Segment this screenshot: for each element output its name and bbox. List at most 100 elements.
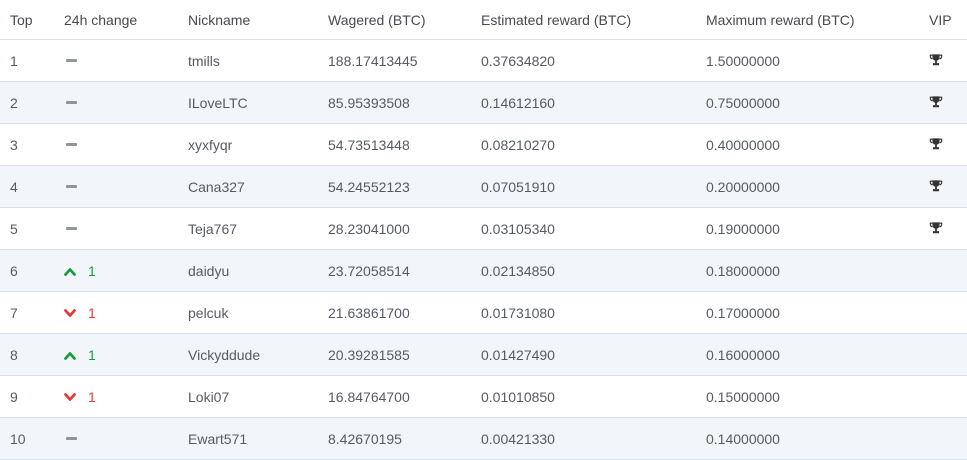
estimated-reward-cell: 0.01731080 <box>481 304 555 321</box>
change-cell <box>64 82 77 123</box>
maximum-reward-cell: 0.17000000 <box>706 304 780 321</box>
maximum-reward-cell: 0.20000000 <box>706 178 780 195</box>
maximum-reward-cell: 0.16000000 <box>706 346 780 363</box>
arrow-up-icon <box>64 263 88 279</box>
table-row: 5 Teja767 28.23041000 0.03105340 0.19000000 <box>0 208 967 250</box>
header-top[interactable]: Top <box>10 0 33 39</box>
change-cell <box>64 418 77 459</box>
change-cell: 1 <box>64 376 96 417</box>
nickname-cell[interactable]: Cana327 <box>188 166 245 207</box>
maximum-reward-cell: 0.19000000 <box>706 220 780 237</box>
arrow-down-icon <box>64 389 88 405</box>
change-indicator: 1 <box>64 263 96 279</box>
nickname-cell[interactable]: ILoveLTC <box>188 82 248 123</box>
nickname-cell[interactable]: pelcuk <box>188 292 228 333</box>
table-row: 6 1 daidyu 23.72058514 0.02134850 0.18000000 <box>0 250 967 292</box>
wagered-cell: 54.73513448 <box>328 136 410 153</box>
rank-cell: 8 <box>10 346 18 363</box>
rank-cell: 9 <box>10 388 18 405</box>
estimated-reward-cell: 0.02134850 <box>481 262 555 279</box>
nickname-cell[interactable]: daidyu <box>188 250 229 291</box>
change-cell: 1 <box>64 292 96 333</box>
header-estimated-reward[interactable]: Estimated reward (BTC) <box>481 0 631 39</box>
estimated-reward-cell: 0.37634820 <box>481 52 555 69</box>
header-nickname[interactable]: Nickname <box>188 0 250 39</box>
maximum-reward-cell: 0.40000000 <box>706 136 780 153</box>
nickname-cell[interactable]: Loki07 <box>188 376 229 417</box>
table-row: 4 Cana327 54.24552123 0.07051910 0.20000000 <box>0 166 967 208</box>
trophy-icon <box>929 179 944 194</box>
header-wagered[interactable]: Wagered (BTC) <box>328 0 426 39</box>
vip-cell <box>929 208 944 249</box>
change-cell <box>64 208 77 249</box>
trophy-icon <box>929 137 944 152</box>
rank-cell: 10 <box>10 430 26 447</box>
no-change-dash-icon <box>66 227 77 230</box>
nickname-cell[interactable]: Ewart571 <box>188 418 247 459</box>
table-row: 3 xyxfyqr 54.73513448 0.08210270 0.40000000 <box>0 124 967 166</box>
change-cell <box>64 124 77 165</box>
maximum-reward-cell: 1.50000000 <box>706 52 780 69</box>
no-change-dash-icon <box>66 143 77 146</box>
change-value: 1 <box>88 304 96 321</box>
table-row: 7 1 pelcuk 21.63861700 0.01731080 0.17000000 <box>0 292 967 334</box>
nickname-cell[interactable]: tmills <box>188 40 220 81</box>
change-value: 1 <box>88 262 96 279</box>
change-cell: 1 <box>64 250 96 291</box>
rank-cell: 1 <box>10 52 18 69</box>
wagered-cell: 188.17413445 <box>328 52 418 69</box>
no-change-dash-icon <box>66 59 77 62</box>
trophy-icon <box>929 53 944 68</box>
wagered-cell: 23.72058514 <box>328 262 410 279</box>
nickname-cell[interactable]: xyxfyqr <box>188 124 232 165</box>
wagered-cell: 21.63861700 <box>328 304 410 321</box>
change-cell <box>64 166 77 207</box>
estimated-reward-cell: 0.07051910 <box>481 178 555 195</box>
maximum-reward-cell: 0.14000000 <box>706 430 780 447</box>
table-row: 1 tmills 188.17413445 0.37634820 1.50000000 <box>0 40 967 82</box>
change-value: 1 <box>88 346 96 363</box>
vip-cell <box>929 124 944 165</box>
table-row: 9 1 Loki07 16.84764700 0.01010850 0.15000000 <box>0 376 967 418</box>
estimated-reward-cell: 0.14612160 <box>481 94 555 111</box>
table-row: 2 ILoveLTC 85.95393508 0.14612160 0.75000000 <box>0 82 967 124</box>
estimated-reward-cell: 0.01427490 <box>481 346 555 363</box>
table-row: 10 Ewart571 8.42670195 0.00421330 0.14000000 <box>0 418 967 460</box>
no-change-dash-icon <box>66 185 77 188</box>
rank-cell: 6 <box>10 262 18 279</box>
maximum-reward-cell: 0.15000000 <box>706 388 780 405</box>
wagered-cell: 16.84764700 <box>328 388 410 405</box>
wagered-cell: 54.24552123 <box>328 178 410 195</box>
nickname-cell[interactable]: Vickyddude <box>188 334 260 375</box>
table-row: 8 1 Vickyddude 20.39281585 0.01427490 0.16000… <box>0 334 967 376</box>
header-maximum-reward[interactable]: Maximum reward (BTC) <box>706 0 855 39</box>
rank-cell: 5 <box>10 220 18 237</box>
change-indicator: 1 <box>64 389 96 405</box>
maximum-reward-cell: 0.75000000 <box>706 94 780 111</box>
no-change-dash-icon <box>66 101 77 104</box>
change-indicator: 1 <box>64 305 96 321</box>
arrow-down-icon <box>64 305 88 321</box>
vip-cell <box>929 82 944 123</box>
trophy-icon <box>929 95 944 110</box>
rank-cell: 2 <box>10 94 18 111</box>
change-cell: 1 <box>64 334 96 375</box>
change-value: 1 <box>88 388 96 405</box>
wagered-cell: 20.39281585 <box>328 346 410 363</box>
change-indicator: 1 <box>64 347 96 363</box>
header-24h-change[interactable]: 24h change <box>64 0 137 39</box>
rank-cell: 7 <box>10 304 18 321</box>
table-header: Top 24h change Nickname Wagered (BTC) Es… <box>0 0 967 40</box>
change-cell <box>64 40 77 81</box>
estimated-reward-cell: 0.03105340 <box>481 220 555 237</box>
wagered-cell: 8.42670195 <box>328 430 402 447</box>
estimated-reward-cell: 0.01010850 <box>481 388 555 405</box>
header-vip[interactable]: VIP <box>929 0 952 39</box>
wagered-cell: 85.95393508 <box>328 94 410 111</box>
rank-cell: 4 <box>10 178 18 195</box>
no-change-dash-icon <box>66 437 77 440</box>
maximum-reward-cell: 0.18000000 <box>706 262 780 279</box>
estimated-reward-cell: 0.08210270 <box>481 136 555 153</box>
vip-cell <box>929 40 944 81</box>
nickname-cell[interactable]: Teja767 <box>188 208 237 249</box>
